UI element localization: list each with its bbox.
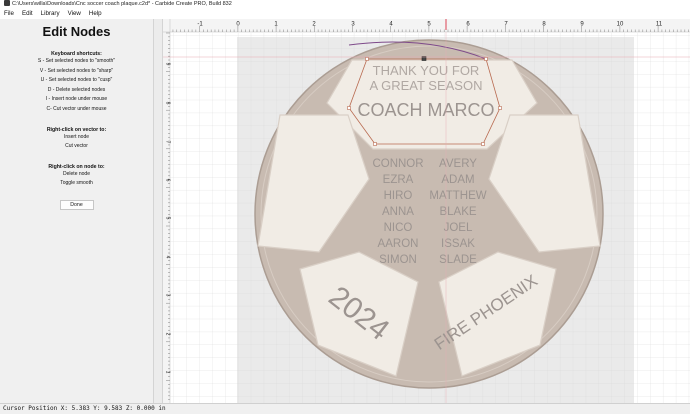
cursor-position: Cursor Position X: 5.383 Y: 9.583 Z: 0.0… bbox=[3, 405, 166, 412]
thanks-text-line2: A GREAT SEASON bbox=[370, 78, 483, 93]
ruler-y-label: 5 bbox=[165, 217, 171, 220]
player-name: SLADE bbox=[439, 254, 477, 266]
menu-view[interactable]: View bbox=[64, 9, 85, 19]
panel-scrollbar[interactable] bbox=[153, 19, 163, 403]
player-name: JOEL bbox=[444, 222, 473, 234]
shortcut-cut: C- Cut vector under mouse bbox=[46, 105, 107, 112]
window-title: C:\Users\willa\Downloads\Cnc soccer coac… bbox=[12, 1, 232, 7]
design-canvas[interactable]: -1 0 1 2 3 4 5 6 7 8 9 10 11 9 8 7 6 5 4… bbox=[163, 19, 690, 403]
left-ruler bbox=[163, 19, 170, 403]
player-name: SIMON bbox=[379, 254, 417, 266]
player-name: NICO bbox=[384, 222, 413, 234]
ruler-y-label: 2 bbox=[165, 333, 171, 336]
ruler-y-label: 4 bbox=[165, 256, 171, 259]
vector-node[interactable] bbox=[484, 57, 488, 61]
player-name: ANNA bbox=[382, 206, 414, 218]
ruler-y-label: 7 bbox=[165, 141, 171, 144]
menu-library[interactable]: Library bbox=[37, 9, 64, 19]
ruler-y-label: 3 bbox=[165, 294, 171, 297]
player-name: HIRO bbox=[384, 190, 413, 202]
shortcut-insert: I - Insert node under mouse bbox=[45, 96, 108, 103]
app-icon bbox=[4, 0, 10, 6]
shortcut-smooth: S - Set selected nodes to "smooth" bbox=[37, 58, 116, 64]
edit-nodes-panel: Edit Nodes Keyboard shortcuts: S - Set s… bbox=[0, 19, 153, 403]
vector-action-insert: Insert node bbox=[63, 133, 90, 140]
node-action-delete: Delete node bbox=[63, 170, 90, 177]
ruler-x-label: 10 bbox=[617, 22, 624, 28]
coach-name: COACH MARCO bbox=[357, 100, 494, 120]
vector-node[interactable] bbox=[498, 106, 502, 110]
done-button[interactable]: Done bbox=[59, 199, 94, 210]
title-bar: C:\Users\willa\Downloads\Cnc soccer coac… bbox=[0, 0, 690, 9]
vector-node[interactable] bbox=[347, 106, 351, 110]
vector-node[interactable] bbox=[481, 142, 485, 146]
shortcut-sharp: V - Set selected nodes to "sharp" bbox=[39, 67, 114, 74]
player-name: ADAM bbox=[441, 174, 474, 186]
ruler-y-label: 1 bbox=[165, 371, 171, 374]
player-name: AVERY bbox=[439, 158, 477, 170]
player-name: CONNOR bbox=[372, 158, 423, 170]
vector-node[interactable] bbox=[373, 142, 377, 146]
player-name: MATTHEW bbox=[429, 190, 486, 202]
player-name: AARON bbox=[378, 238, 419, 250]
player-name: BLAKE bbox=[439, 206, 476, 218]
player-name: EZRA bbox=[383, 174, 414, 186]
ruler-y-label: 9 bbox=[165, 63, 171, 66]
vector-node[interactable] bbox=[365, 57, 369, 61]
menu-bar: File Edit Library View Help bbox=[0, 9, 690, 19]
node-action-toggle: Toggle smooth bbox=[60, 180, 93, 187]
status-bar: Cursor Position X: 5.383 Y: 9.583 Z: 0.0… bbox=[0, 403, 690, 414]
vector-action-cut: Cut vector bbox=[65, 143, 88, 150]
shortcut-cusp: U - Set selected nodes to "cusp" bbox=[40, 77, 113, 84]
ruler-x-label: -1 bbox=[197, 22, 203, 28]
thanks-text-line1: THANK YOU FOR bbox=[373, 63, 480, 78]
ruler-y-label: 8 bbox=[165, 102, 171, 105]
menu-help[interactable]: Help bbox=[85, 9, 106, 19]
menu-edit[interactable]: Edit bbox=[18, 9, 37, 19]
menu-file[interactable]: File bbox=[0, 9, 18, 19]
panel-title: Edit Nodes bbox=[42, 24, 111, 39]
ruler-x-label: 11 bbox=[656, 22, 663, 28]
ruler-y-label: 6 bbox=[165, 179, 171, 182]
shortcut-delete: D - Delete selected nodes bbox=[47, 86, 106, 93]
